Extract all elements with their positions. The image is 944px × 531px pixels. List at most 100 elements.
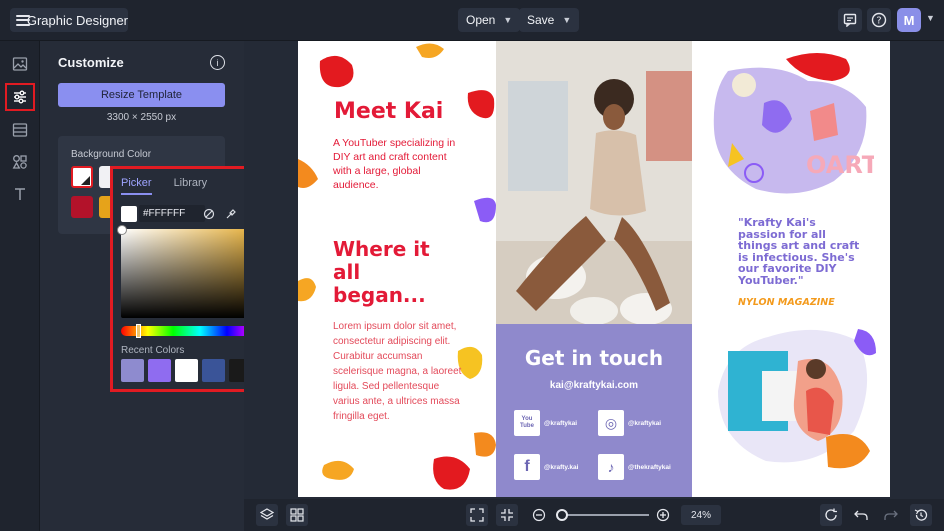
eyedropper-button[interactable] [224,207,238,221]
avatar[interactable]: M [897,8,921,32]
open-label: Open [466,13,496,27]
refresh-icon [825,508,837,521]
social-facebook[interactable]: f @krafty.kai [514,454,578,480]
resize-template-button[interactable]: Resize Template [58,83,225,107]
where-title[interactable]: Where it all began... [333,238,453,307]
comment-icon [843,13,857,27]
chevron-down-icon: ▼ [503,15,513,25]
current-color-swatch [121,205,137,222]
expand-icon [470,508,484,522]
recent-color-swatch[interactable] [175,359,198,382]
lorem-text[interactable]: Lorem ipsum dolor sit amet, consectetur … [333,319,463,424]
zoom-out-button[interactable] [528,504,550,526]
recent-color-swatch[interactable] [121,359,144,382]
zoom-in-button[interactable] [652,504,674,526]
meet-title[interactable]: Meet Kai [334,99,443,124]
refresh-button[interactable] [820,504,842,526]
history-button[interactable] [910,504,932,526]
grid-icon [290,508,304,522]
help-icon: ? [871,12,887,28]
redo-button[interactable] [880,504,902,526]
redo-icon [884,510,898,520]
image-icon [12,57,28,71]
sliders-icon [14,90,26,104]
collapse-icon [501,509,513,521]
zoom-percent[interactable]: 24% [681,505,721,525]
menu-button[interactable]: Graphic Designer [10,8,128,32]
recent-colors-label: Recent Colors [121,345,185,356]
svg-text:OART: OART [806,151,874,179]
art-collage-image[interactable]: OART [714,63,874,193]
layers-button[interactable] [256,504,278,526]
customize-tool[interactable] [5,83,35,111]
background-color-label: Background Color [71,149,152,160]
tiktok-icon: ♪ [598,454,624,480]
social-tiktok[interactable]: ♪ @thekraftykai [598,454,671,480]
social-instagram[interactable]: ◎ @kraftykai [598,410,661,436]
undo-icon [854,510,868,520]
tab-picker[interactable]: Picker [121,177,152,195]
save-dropdown[interactable]: Save ▼ [519,8,580,32]
picker-tabs: Picker Library [121,177,207,195]
hex-input[interactable]: #FFFFFF [139,205,205,222]
shapes-icon [12,155,27,169]
undo-button[interactable] [850,504,872,526]
social-handle: @kraftykai [544,419,578,427]
portrait-illustration [496,41,692,325]
top-bar: Graphic Designer Open ▼ Save ▼ ? M ▼ [0,0,944,41]
social-handle: @kraftykai [628,419,662,427]
background-swatch-selected[interactable] [71,166,93,188]
layout-icon [12,123,28,137]
touch-title[interactable]: Get in touch [496,346,692,370]
tool-rail [0,41,40,531]
hex-row: #FFFFFF [121,205,205,222]
open-dropdown[interactable]: Open ▼ [458,8,521,32]
zoom-slider-track[interactable] [561,514,649,516]
no-color-icon [203,208,215,220]
email-text[interactable]: kai@kraftykai.com [496,380,692,391]
grid-view-button[interactable] [286,504,308,526]
chevron-down-icon[interactable]: ▼ [926,13,935,23]
hamburger-icon [16,14,30,26]
text-tool[interactable] [8,182,32,206]
zoom-in-icon [656,508,670,522]
recent-color-swatch[interactable] [148,359,171,382]
images-tool[interactable] [8,52,32,76]
zoom-out-icon [532,508,546,522]
collapse-button[interactable] [496,504,518,526]
portrait-photo[interactable] [496,41,692,325]
magazine-name[interactable]: NYLON MAGAZINE [738,297,835,308]
help-button[interactable]: ? [867,8,891,32]
hue-handle[interactable] [136,324,141,338]
bottom-toolbar: 24% [244,499,944,531]
youtube-icon: You Tube [514,410,540,436]
save-label: Save [527,13,555,27]
contact-panel: Get in touch kai@kraftykai.com You Tube … [496,324,692,497]
tab-library[interactable]: Library [174,177,208,195]
recent-color-swatch[interactable] [202,359,225,382]
facebook-icon: f [514,454,540,480]
social-handle: @thekraftykai [628,463,671,471]
background-swatch[interactable] [71,196,93,218]
app-title: Graphic Designer [26,12,128,28]
social-handle: @krafty.kai [544,463,579,471]
zoom-slider-thumb[interactable] [556,509,568,521]
social-youtube[interactable]: You Tube @kraftykai [514,410,577,436]
layers-icon [260,508,274,520]
testimonial-quote[interactable]: "Krafty Kai's passion for all things art… [738,217,862,286]
fit-screen-button[interactable] [466,504,488,526]
text-icon [15,188,25,200]
intro-text[interactable]: A YouTuber specializing in DIY art and c… [333,136,465,192]
graphics-tool[interactable] [8,150,32,174]
no-color-button[interactable] [202,207,216,221]
info-icon[interactable]: i [210,55,225,70]
brochure-page[interactable]: Meet Kai A YouTuber specializing in DIY … [298,41,890,497]
layouts-tool[interactable] [8,118,32,142]
svg-text:?: ? [876,16,881,27]
eyedropper-icon [226,209,236,219]
color-handle[interactable] [117,225,127,235]
instagram-icon: ◎ [598,410,624,436]
panel-title: Customize [58,55,124,70]
painting-photo[interactable] [722,331,862,461]
comments-button[interactable] [838,8,862,32]
